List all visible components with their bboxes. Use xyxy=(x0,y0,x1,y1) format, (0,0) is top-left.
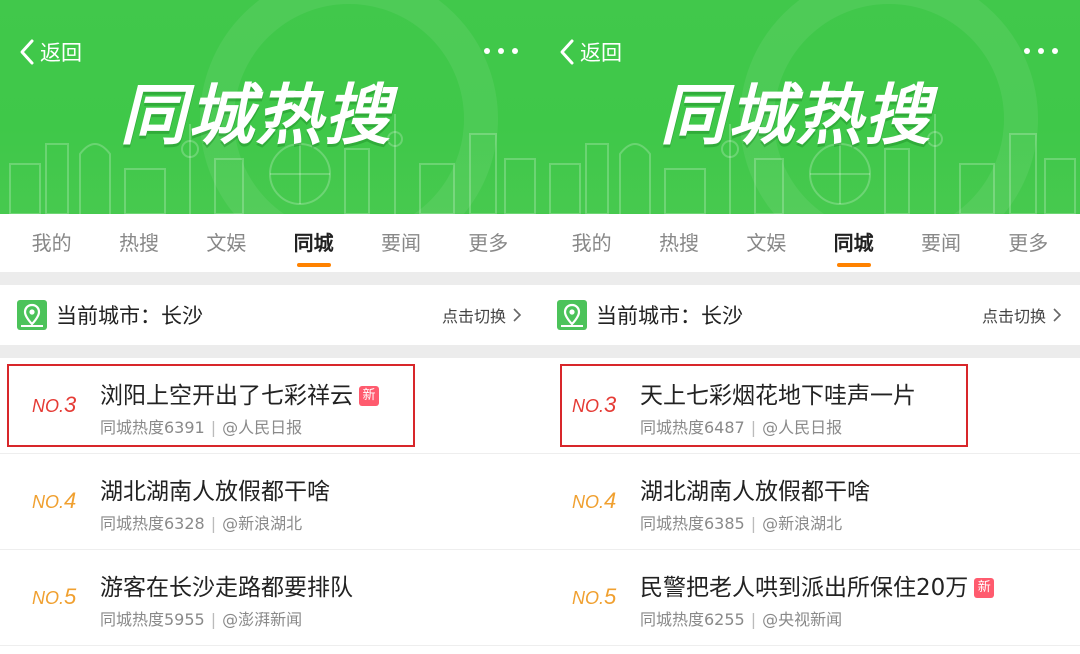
list-item[interactable]: NO.4 湖北湖南人放假都干啥 同城热度6385 | @新浪湖北 xyxy=(540,454,1080,550)
category-tabs: 我的 热搜 文娱 同城 要闻 更多 xyxy=(0,214,540,272)
chevron-right-icon xyxy=(513,308,522,322)
tab-more[interactable]: 更多 xyxy=(998,214,1058,272)
rank-number: NO.4 xyxy=(572,488,617,513)
list-item[interactable]: NO.5 民警把老人哄到派出所保住20万新 同城热度6255 | @央视新闻 xyxy=(540,550,1080,646)
tab-more[interactable]: 更多 xyxy=(458,214,518,272)
screenshot-panel-left: 返回 同城热搜 我的 热搜 文娱 同城 要闻 更多 当前城市：长沙 点击切换 N… xyxy=(0,0,540,654)
switch-city-label: 点击切换 xyxy=(981,307,1046,326)
new-badge: 新 xyxy=(359,386,379,406)
tab-local[interactable]: 同城 xyxy=(284,214,344,272)
item-meta: 同城热度6385 | @新浪湖北 xyxy=(640,514,843,533)
section-divider xyxy=(0,272,540,285)
rank-number: NO.3 xyxy=(572,392,617,417)
item-title: 游客在长沙走路都要排队 xyxy=(100,575,353,601)
item-meta: 同城热度6255 | @央视新闻 xyxy=(640,610,843,629)
tab-hot-search[interactable]: 热搜 xyxy=(109,214,169,272)
item-title: 湖北湖南人放假都干啥 xyxy=(100,479,330,505)
item-title: 浏阳上空开出了七彩祥云新 xyxy=(100,376,379,410)
item-meta: 同城热度6391 | @人民日报 xyxy=(100,418,303,437)
banner-header: 返回 同城热搜 xyxy=(540,0,1080,214)
banner-title: 同城热搜 xyxy=(660,77,932,154)
screenshot-panel-right: 返回 同城热搜 我的 热搜 文娱 同城 要闻 更多 当前城市：长沙 点击切换 N… xyxy=(540,0,1080,654)
section-divider xyxy=(0,345,540,358)
list-item[interactable]: NO.4 湖北湖南人放假都干啥 同城热度6328 | @新浪湖北 xyxy=(0,454,540,550)
switch-city-label: 点击切换 xyxy=(441,307,506,326)
tab-entertainment[interactable]: 文娱 xyxy=(196,214,256,272)
map-location-icon xyxy=(17,300,47,330)
back-button[interactable]: 返回 xyxy=(16,36,82,68)
tab-news[interactable]: 要闻 xyxy=(911,214,971,272)
more-options-icon[interactable] xyxy=(1024,44,1058,58)
new-badge: 新 xyxy=(974,578,995,598)
section-divider xyxy=(540,345,1080,358)
more-options-icon[interactable] xyxy=(484,44,518,58)
list-item[interactable]: NO.3 浏阳上空开出了七彩祥云新 同城热度6391 | @人民日报 xyxy=(0,358,540,454)
rank-number: NO.5 xyxy=(572,584,617,609)
tab-hot-search[interactable]: 热搜 xyxy=(649,214,709,272)
rank-number: NO.4 xyxy=(32,488,77,513)
back-label: 返回 xyxy=(580,41,622,65)
switch-city-button[interactable]: 点击切换 xyxy=(982,303,1062,327)
category-tabs: 我的 热搜 文娱 同城 要闻 更多 xyxy=(540,214,1080,272)
item-title: 湖北湖南人放假都干啥 xyxy=(640,479,870,505)
item-title: 民警把老人哄到派出所保住20万新 xyxy=(640,568,995,602)
back-button[interactable]: 返回 xyxy=(556,36,622,68)
banner-title: 同城热搜 xyxy=(120,77,392,154)
map-location-icon xyxy=(557,300,587,330)
item-meta: 同城热度5955 | @澎湃新闻 xyxy=(100,610,303,629)
current-city-row: 当前城市：长沙 点击切换 xyxy=(0,285,540,345)
chevron-left-icon xyxy=(560,39,574,65)
hot-search-list: NO.3 浏阳上空开出了七彩祥云新 同城热度6391 | @人民日报 NO.4 湖北… xyxy=(0,358,540,646)
current-city-row: 当前城市：长沙 点击切换 xyxy=(540,285,1080,345)
list-item[interactable]: NO.3 天上七彩烟花地下哇声一片 同城热度6487 | @人民日报 xyxy=(540,358,1080,454)
item-meta: 同城热度6487 | @人民日报 xyxy=(640,418,843,437)
list-item[interactable]: NO.5 游客在长沙走路都要排队 同城热度5955 | @澎湃新闻 xyxy=(0,550,540,646)
banner-header: 返回 同城热搜 xyxy=(0,0,540,214)
back-label: 返回 xyxy=(40,41,82,65)
tab-mine[interactable]: 我的 xyxy=(22,214,82,272)
switch-city-button[interactable]: 点击切换 xyxy=(442,303,522,327)
rank-number: NO.5 xyxy=(32,584,77,609)
tab-mine[interactable]: 我的 xyxy=(562,214,622,272)
section-divider xyxy=(540,272,1080,285)
tab-entertainment[interactable]: 文娱 xyxy=(736,214,796,272)
current-city-label: 当前城市：长沙 xyxy=(56,304,203,328)
tab-news[interactable]: 要闻 xyxy=(371,214,431,272)
chevron-left-icon xyxy=(20,39,34,65)
tab-local[interactable]: 同城 xyxy=(824,214,884,272)
current-city-label: 当前城市：长沙 xyxy=(596,304,743,328)
hot-search-list: NO.3 天上七彩烟花地下哇声一片 同城热度6487 | @人民日报 NO.4 湖北… xyxy=(540,358,1080,646)
rank-number: NO.3 xyxy=(32,392,77,417)
item-title: 天上七彩烟花地下哇声一片 xyxy=(640,383,916,409)
chevron-right-icon xyxy=(1053,308,1062,322)
item-meta: 同城热度6328 | @新浪湖北 xyxy=(100,514,303,533)
